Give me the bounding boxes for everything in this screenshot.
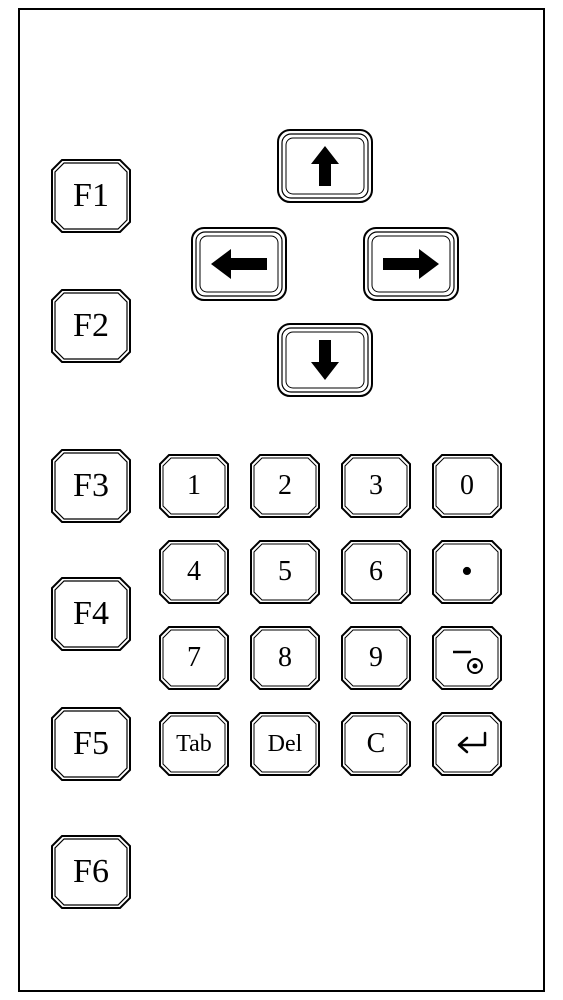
arrow-left-key[interactable] — [190, 226, 288, 302]
key-5-label: 5 — [278, 558, 292, 586]
key-6[interactable]: 6 — [340, 539, 412, 605]
f5-label: F5 — [73, 727, 109, 761]
arrow-up-icon — [305, 144, 345, 188]
f4-key[interactable]: F4 — [50, 576, 132, 652]
key-9[interactable]: 9 — [340, 625, 412, 691]
key-del-label: Del — [268, 732, 303, 756]
key-0-label: 0 — [460, 472, 474, 500]
key-c-label: C — [367, 730, 386, 758]
key-del[interactable]: Del — [249, 711, 321, 777]
f2-label: F2 — [73, 309, 109, 343]
enter-icon — [445, 729, 489, 759]
key-dot[interactable]: • — [431, 539, 503, 605]
key-2-label: 2 — [278, 472, 292, 500]
f5-key[interactable]: F5 — [50, 706, 132, 782]
f3-label: F3 — [73, 469, 109, 503]
key-3[interactable]: 3 — [340, 453, 412, 519]
key-enter[interactable] — [431, 711, 503, 777]
key-tab[interactable]: Tab — [158, 711, 230, 777]
key-dot-label: • — [461, 555, 473, 589]
f6-label: F6 — [73, 855, 109, 889]
key-6-label: 6 — [369, 558, 383, 586]
key-9-label: 9 — [369, 644, 383, 672]
key-c[interactable]: C — [340, 711, 412, 777]
f1-key[interactable]: F1 — [50, 158, 132, 234]
arrow-up-key[interactable] — [276, 128, 374, 204]
key-8[interactable]: 8 — [249, 625, 321, 691]
key-0[interactable]: 0 — [431, 453, 503, 519]
key-7[interactable]: 7 — [158, 625, 230, 691]
key-7-label: 7 — [187, 644, 201, 672]
f6-key[interactable]: F6 — [50, 834, 132, 910]
key-5[interactable]: 5 — [249, 539, 321, 605]
key-4-label: 4 — [187, 558, 201, 586]
arrow-right-key[interactable] — [362, 226, 460, 302]
key-1-label: 1 — [187, 472, 201, 500]
key-tab-label: Tab — [176, 732, 212, 756]
key-sign[interactable] — [431, 625, 503, 691]
arrow-down-key[interactable] — [276, 322, 374, 398]
f3-key[interactable]: F3 — [50, 448, 132, 524]
f1-label: F1 — [73, 179, 109, 213]
f2-key[interactable]: F2 — [50, 288, 132, 364]
device-panel: F1 F2 F3 F4 F5 F6 — [18, 8, 545, 992]
key-4[interactable]: 4 — [158, 539, 230, 605]
plus-minus-icon — [447, 638, 487, 678]
arrow-left-icon — [209, 247, 269, 281]
arrow-down-icon — [305, 338, 345, 382]
key-1[interactable]: 1 — [158, 453, 230, 519]
f4-label: F4 — [73, 597, 109, 631]
key-2[interactable]: 2 — [249, 453, 321, 519]
key-3-label: 3 — [369, 472, 383, 500]
arrow-right-icon — [381, 247, 441, 281]
key-8-label: 8 — [278, 644, 292, 672]
